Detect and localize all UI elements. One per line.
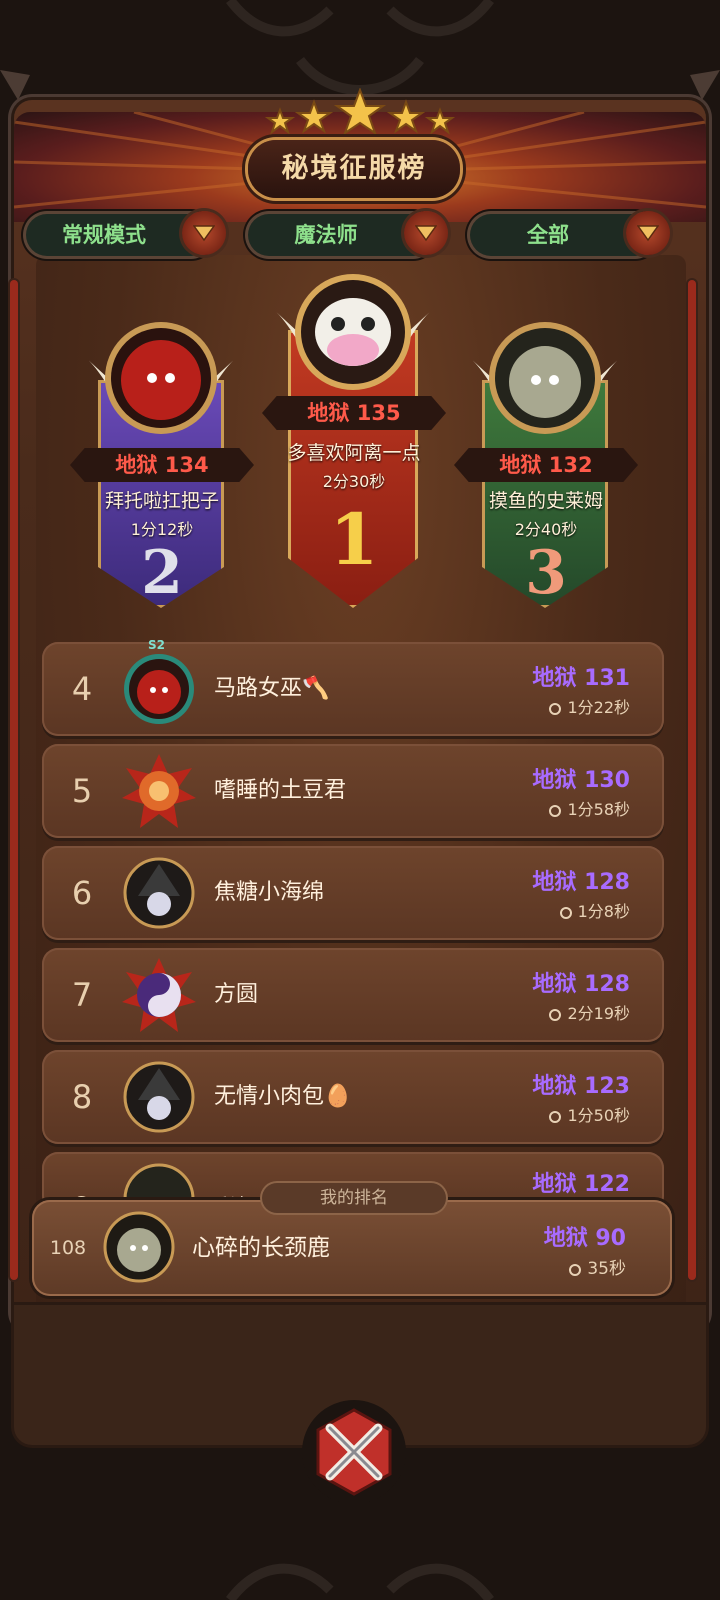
clock-icon xyxy=(559,907,572,919)
row-time: 1分58秒 xyxy=(549,796,630,820)
fire-emblem-avatar xyxy=(122,754,196,828)
row-rank: 7 xyxy=(71,976,93,1014)
leaderboard-row[interactable]: 5 嗜睡的土豆君 地狱 130 1分58秒 xyxy=(42,744,664,838)
rank-2-time: 1分12秒 xyxy=(130,520,194,539)
row-rank: 5 xyxy=(71,772,93,810)
clock-icon xyxy=(569,1264,582,1276)
rank-1-avatar xyxy=(274,274,432,390)
chevron-down-icon[interactable] xyxy=(626,211,670,255)
row-score: 地狱 122 xyxy=(532,1172,630,1197)
rank-3-number: 3 xyxy=(525,538,567,608)
row-time: 1分22秒 xyxy=(549,694,630,718)
clock-icon xyxy=(549,703,562,715)
class-filter-dropdown[interactable]: 魔法师 xyxy=(248,211,448,256)
row-rank: 6 xyxy=(71,874,93,912)
row-score: 地狱 131 xyxy=(532,666,630,691)
witch-avatar xyxy=(123,857,195,929)
row-time-value: 2分19秒 xyxy=(567,1004,630,1023)
rank-2-score: 地狱 134 xyxy=(70,448,254,482)
my-time-value: 35秒 xyxy=(587,1259,626,1279)
row-time: 1分8秒 xyxy=(559,898,630,922)
chevron-down-icon[interactable] xyxy=(182,211,226,255)
row-score: 地狱 123 xyxy=(532,1074,630,1099)
my-rank-number: 108 xyxy=(49,1237,87,1259)
leaderboard-row[interactable]: 7 方圆 地狱 128 2分19秒 xyxy=(42,948,664,1042)
row-time: 1分50秒 xyxy=(549,1102,630,1126)
rank-1-score: 地狱 135 xyxy=(262,396,446,430)
scope-filter-dropdown[interactable]: 全部 xyxy=(470,211,670,256)
leaderboard-row[interactable]: 8 无情小肉包🥚 地狱 123 1分50秒 xyxy=(42,1050,664,1144)
row-score: 地狱 128 xyxy=(532,972,630,997)
my-rank-card[interactable]: 108 心碎的长颈鹿 地狱 90 35秒 xyxy=(32,1200,672,1296)
my-name: 心碎的长颈鹿 xyxy=(192,1235,330,1261)
rank-3-time: 2分40秒 xyxy=(514,520,578,539)
my-time: 35秒 xyxy=(569,1254,626,1279)
player-name: 无情小肉包🥚 xyxy=(214,1084,352,1109)
witch-avatar xyxy=(123,1061,195,1133)
row-rank: 4 xyxy=(71,670,93,708)
row-time-value: 1分8秒 xyxy=(577,902,630,921)
rank-3-name: 摸鱼的史莱姆 xyxy=(488,490,603,512)
mode-filter-label: 常规模式 xyxy=(62,223,146,247)
mode-filter-dropdown[interactable]: 常规模式 xyxy=(26,211,226,256)
player-avatar xyxy=(124,654,194,724)
row-time-value: 1分22秒 xyxy=(567,698,630,717)
my-rank-tag: 我的排名 xyxy=(262,1183,446,1213)
rank-2-number: 2 xyxy=(141,538,183,608)
yin-yang-emblem-avatar xyxy=(122,958,196,1032)
rank-2-avatar xyxy=(86,322,236,434)
my-avatar xyxy=(103,1211,175,1283)
rank-2-name: 拜托啦扛把子 xyxy=(104,490,219,512)
season-badge: S2 xyxy=(148,638,165,652)
left-rail xyxy=(10,280,18,1280)
player-name: 嗜睡的土豆君 xyxy=(214,778,347,803)
clock-icon xyxy=(549,1009,562,1021)
clock-icon xyxy=(549,805,562,817)
right-rail xyxy=(688,280,696,1280)
player-name: 方圆 xyxy=(214,982,259,1007)
rank-1-time: 2分30秒 xyxy=(322,472,386,491)
my-score: 地狱 90 xyxy=(543,1226,626,1251)
chevron-down-icon[interactable] xyxy=(404,211,448,255)
close-button[interactable] xyxy=(300,1398,408,1506)
rank-3-avatar xyxy=(470,322,620,434)
page-title: 秘境征服榜 xyxy=(248,140,460,198)
class-filter-label: 魔法师 xyxy=(294,223,358,247)
row-rank: 8 xyxy=(71,1078,93,1116)
player-name: 焦糖小海绵 xyxy=(214,880,325,905)
rank-1-number: 1 xyxy=(329,498,379,581)
scope-filter-label: 全部 xyxy=(527,223,569,247)
row-time-value: 1分50秒 xyxy=(567,1106,630,1125)
rank-3-score: 地狱 132 xyxy=(454,448,638,482)
row-time: 2分19秒 xyxy=(549,1000,630,1024)
row-score: 地狱 130 xyxy=(532,768,630,793)
clock-icon xyxy=(549,1111,562,1123)
leaderboard-row[interactable]: 6 焦糖小海绵 地狱 128 1分8秒 xyxy=(42,846,664,940)
leaderboard-row[interactable]: 4 S2 马路女巫🪓 地狱 131 1分22秒 xyxy=(42,638,664,736)
stars-icon xyxy=(264,88,456,136)
row-score: 地狱 128 xyxy=(532,870,630,895)
row-time-value: 1分58秒 xyxy=(567,800,630,819)
rank-1-name: 多喜欢阿离一点 xyxy=(287,442,421,464)
player-name: 马路女巫🪓 xyxy=(214,676,330,701)
